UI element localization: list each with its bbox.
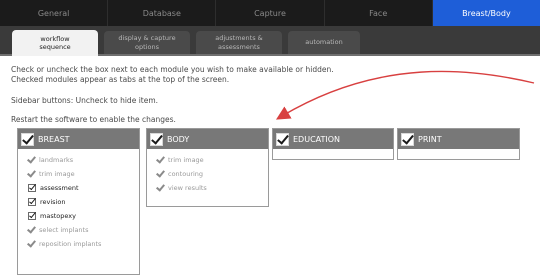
subtab-label-line1: workflow bbox=[40, 34, 70, 43]
subtab-label-line1: adjustments & bbox=[215, 34, 263, 43]
checkmark-icon bbox=[28, 226, 34, 234]
checkmark-icon bbox=[28, 240, 34, 248]
item-label: revision bbox=[40, 198, 66, 206]
subtab-label-line2: options bbox=[135, 42, 159, 51]
checkbox-checked-icon[interactable] bbox=[401, 132, 414, 146]
module-body-items: trim image contouring view results bbox=[147, 149, 268, 195]
subtab-display-capture-options[interactable]: display & capture options bbox=[104, 31, 190, 54]
checkmark-icon bbox=[28, 156, 34, 164]
sidebar-item-contouring[interactable]: contouring bbox=[157, 167, 268, 181]
module-breast: BREAST landmarks trim image assessment r… bbox=[17, 128, 140, 275]
tab-database[interactable]: Database bbox=[108, 0, 217, 26]
instruction-text: Check or uncheck the box next to each mo… bbox=[11, 65, 334, 74]
checkbox-checked-icon[interactable] bbox=[28, 198, 36, 206]
sidebar-item-select-implants[interactable]: select implants bbox=[28, 223, 139, 237]
subtab-label-line1: display & capture bbox=[118, 34, 176, 43]
module-body: BODY trim image contouring view results bbox=[146, 128, 269, 207]
sidebar-item-landmarks[interactable]: landmarks bbox=[28, 153, 139, 167]
top-nav: General Database Capture Face Breast/Bod… bbox=[0, 0, 540, 26]
sidebar-item-revision[interactable]: revision bbox=[28, 195, 139, 209]
checkmark-icon bbox=[28, 170, 34, 178]
checkmark-icon bbox=[157, 156, 163, 164]
checkmark-icon bbox=[157, 184, 163, 192]
subtab-automation[interactable]: automation bbox=[288, 31, 360, 54]
module-breast-items: landmarks trim image assessment revision… bbox=[18, 149, 139, 251]
checkbox-checked-icon[interactable] bbox=[28, 212, 36, 220]
sidebar-item-mastopexy[interactable]: mastopexy bbox=[28, 209, 139, 223]
checkbox-checked-icon[interactable] bbox=[150, 132, 163, 146]
tab-breast-body[interactable]: Breast/Body bbox=[432, 0, 540, 26]
item-label: mastopexy bbox=[40, 212, 76, 220]
module-title: BREAST bbox=[38, 134, 70, 144]
subtab-workflow-sequence[interactable]: workflow sequence bbox=[12, 30, 98, 56]
module-title: EDUCATION bbox=[293, 134, 341, 144]
module-print-toggle[interactable]: PRINT bbox=[398, 129, 519, 149]
module-education-toggle[interactable]: EDUCATION bbox=[273, 129, 393, 149]
checkbox-checked-icon[interactable] bbox=[28, 184, 36, 192]
item-label: contouring bbox=[168, 170, 204, 178]
item-label: select implants bbox=[39, 226, 89, 234]
item-label: trim image bbox=[39, 170, 75, 178]
checkmark-icon bbox=[157, 170, 163, 178]
tab-face[interactable]: Face bbox=[325, 0, 433, 26]
tab-general[interactable]: General bbox=[0, 0, 109, 26]
module-title: BODY bbox=[167, 134, 190, 144]
module-print: PRINT bbox=[397, 128, 520, 160]
module-breast-toggle[interactable]: BREAST bbox=[18, 129, 139, 149]
subtab-label: automation bbox=[305, 38, 343, 47]
module-title: PRINT bbox=[418, 134, 442, 144]
sidebar-item-trim-image[interactable]: trim image bbox=[28, 167, 139, 181]
item-label: reposition implants bbox=[39, 240, 102, 248]
item-label: assessment bbox=[40, 184, 79, 192]
restart-notice: Restart the software to enable the chang… bbox=[11, 115, 176, 124]
subtab-label-line2: sequence bbox=[39, 43, 71, 51]
module-body-toggle[interactable]: BODY bbox=[147, 129, 268, 149]
tab-capture[interactable]: Capture bbox=[216, 0, 325, 26]
checkbox-checked-icon[interactable] bbox=[21, 132, 34, 146]
item-label: view results bbox=[168, 184, 207, 192]
item-label: trim image bbox=[168, 156, 204, 164]
item-label: landmarks bbox=[39, 156, 74, 164]
sidebar-item-view-results[interactable]: view results bbox=[157, 181, 268, 195]
module-education: EDUCATION bbox=[272, 128, 394, 160]
sidebar-item-reposition-implants[interactable]: reposition implants bbox=[28, 237, 139, 251]
sidebar-instruction-text: Sidebar buttons: Uncheck to hide item. bbox=[11, 96, 159, 105]
sidebar-item-trim-image[interactable]: trim image bbox=[157, 153, 268, 167]
workflow-sequence-panel: Check or uncheck the box next to each mo… bbox=[0, 56, 540, 275]
subtab-label-line2: assessments bbox=[218, 42, 260, 51]
subtab-bar: workflow sequence display & capture opti… bbox=[0, 26, 540, 56]
instruction-text: Checked modules appear as tabs at the to… bbox=[11, 75, 230, 84]
checkbox-checked-icon[interactable] bbox=[276, 132, 289, 146]
sidebar-item-assessment[interactable]: assessment bbox=[28, 181, 139, 195]
subtab-adjustments-assessments[interactable]: adjustments & assessments bbox=[196, 31, 282, 54]
